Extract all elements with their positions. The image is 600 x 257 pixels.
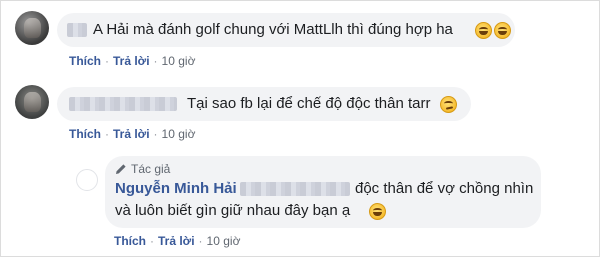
redacted-username — [69, 97, 177, 111]
reply-bubble: Tác giả Nguyễn Minh Hải độc thân để vợ c… — [105, 156, 541, 228]
author-name[interactable]: Nguyễn Minh Hải — [115, 180, 237, 197]
reply-link[interactable]: Trả lời — [158, 234, 195, 248]
comment-2-text: Tại sao fb lại để chế độ độc thân tarr — [187, 95, 431, 112]
smirking-face-emoji — [440, 96, 457, 113]
like-link[interactable]: Thích — [114, 234, 146, 248]
timestamp[interactable]: 10 giờ — [207, 234, 241, 248]
commenter-1-avatar[interactable] — [15, 11, 49, 45]
author-avatar[interactable] — [76, 169, 98, 191]
pencil-icon — [116, 164, 126, 174]
author-badge-label: Tác giả — [131, 162, 171, 176]
commenter-2-avatar[interactable] — [15, 85, 49, 119]
grinning-face-emoji — [475, 22, 492, 39]
reply-text-line-1: độc thân để vợ chồng nhìn — [355, 180, 534, 197]
comment-2-bubble: Tại sao fb lại để chế độ độc thân tarr — [57, 87, 471, 121]
reply-link[interactable]: Trả lời — [113, 127, 150, 141]
timestamp[interactable]: 10 giờ — [162, 54, 196, 68]
redacted-username — [67, 23, 87, 37]
comment-1-actions: Thích · Trả lời · 10 giờ — [69, 54, 196, 68]
redacted-username — [240, 182, 350, 196]
reply-text-line-2: và luôn biết gìn giữ nhau đây bạn ạ — [115, 202, 351, 219]
reply-link[interactable]: Trả lời — [113, 54, 150, 68]
author-badge: Tác giả — [115, 162, 170, 176]
like-link[interactable]: Thích — [69, 54, 101, 68]
comment-1-bubble: A Hải mà đánh golf chung với MattLlh thì… — [57, 13, 515, 47]
timestamp[interactable]: 10 giờ — [162, 127, 196, 141]
grinning-face-emoji — [369, 203, 386, 220]
reply-actions: Thích · Trả lời · 10 giờ — [114, 234, 241, 248]
grinning-face-emoji — [494, 22, 511, 39]
comment-1-text: A Hải mà đánh golf chung với MattLlh thì… — [93, 21, 453, 38]
like-link[interactable]: Thích — [69, 127, 101, 141]
comment-2-actions: Thích · Trả lời · 10 giờ — [69, 127, 196, 141]
